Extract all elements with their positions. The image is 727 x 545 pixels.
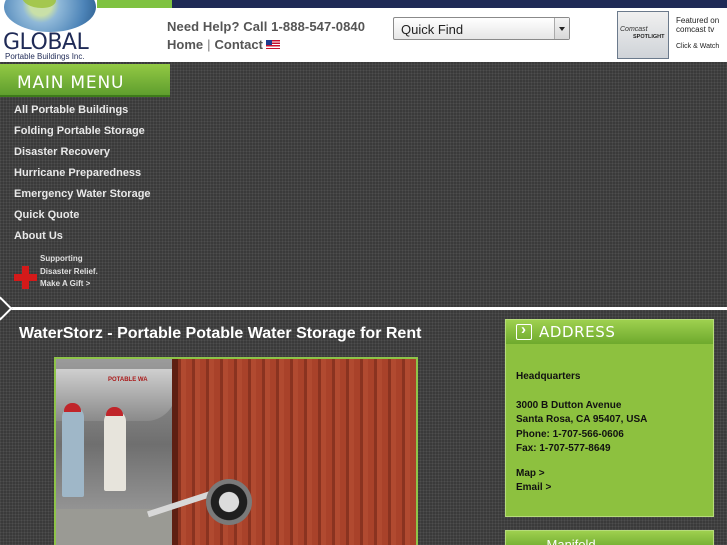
globe-land xyxy=(22,0,56,8)
address-header: ADDRESS xyxy=(506,320,713,344)
red-cap xyxy=(64,403,81,412)
comcast-spotlight-label: SPOTLIGHT xyxy=(633,34,665,40)
main-menu: All Portable Buildings Folding Portable … xyxy=(14,103,151,250)
header-links: Home | Contact xyxy=(167,37,280,52)
menu-item-all-portable-buildings[interactable]: All Portable Buildings xyxy=(14,103,151,124)
relief-line-1: Supporting xyxy=(40,254,83,263)
address-spacer xyxy=(516,384,647,398)
arrow-right-icon xyxy=(516,321,532,340)
main-menu-title: MAIN MENU xyxy=(17,73,125,93)
address-links: Map > Email > xyxy=(516,467,551,496)
address-line: Santa Rosa, CA 95407, USA xyxy=(516,414,648,426)
manifold-box-header[interactable]: ........ Manifold xyxy=(505,530,714,545)
address-line: 3000 B Dutton Avenue xyxy=(516,399,622,411)
top-accent-bar xyxy=(97,0,172,8)
comcast-brand: Comcast xyxy=(620,26,648,33)
quick-find-label: Quick Find xyxy=(401,22,464,37)
section-divider xyxy=(0,307,727,310)
address-fax: Fax: 1-707-577-8649 xyxy=(516,443,611,455)
help-phone: Need Help? Call 1-888-547-0840 xyxy=(167,19,366,34)
featured-line-2: comcast tv xyxy=(676,25,715,34)
valve-image xyxy=(206,479,252,525)
menu-item-hurricane-preparedness[interactable]: Hurricane Preparedness xyxy=(14,166,151,187)
page-title: WaterStorz - Portable Potable Water Stor… xyxy=(19,325,422,342)
quick-find-select[interactable]: Quick Find xyxy=(393,17,570,40)
us-flag-icon[interactable] xyxy=(265,40,280,49)
relief-text: Supporting Disaster Relief. Make A Gift … xyxy=(40,253,98,291)
address-heading: Headquarters xyxy=(516,371,581,382)
product-photo: POTABLE WA xyxy=(54,357,418,545)
email-link[interactable]: Email > xyxy=(516,481,551,495)
tank-label: POTABLE WA xyxy=(108,377,148,383)
worker-figure xyxy=(104,407,126,491)
red-cap xyxy=(106,407,123,416)
featured-on-comcast[interactable]: Featured on comcast tv Click & Watch xyxy=(676,16,727,51)
relief-line-2: Disaster Relief. xyxy=(40,266,98,276)
featured-line-1: Featured on xyxy=(676,16,720,25)
menu-item-folding-portable-storage[interactable]: Folding Portable Storage xyxy=(14,124,151,145)
top-navy-bar xyxy=(172,0,727,8)
red-cross-icon xyxy=(14,266,37,289)
click-watch-link[interactable]: Click & Watch xyxy=(676,42,727,51)
manifold-box-title: ........ Manifold xyxy=(514,537,596,545)
address-text: Headquarters 3000 B Dutton Avenue Santa … xyxy=(516,370,647,456)
logo-subtitle: Portable Buildings Inc. xyxy=(5,52,85,61)
comcast-spotlight-badge[interactable]: Comcast SPOTLIGHT xyxy=(617,11,669,59)
menu-item-emergency-water-storage[interactable]: Emergency Water Storage xyxy=(14,187,151,208)
menu-item-disaster-recovery[interactable]: Disaster Recovery xyxy=(14,145,151,166)
diamond-icon xyxy=(0,296,13,321)
home-link[interactable]: Home xyxy=(167,37,203,52)
map-link[interactable]: Map > xyxy=(516,467,551,481)
dropdown-arrow-icon[interactable] xyxy=(554,18,569,39)
site-header: GLOBAL Portable Buildings Inc. Need Help… xyxy=(0,0,727,62)
water-container-image xyxy=(172,359,416,545)
main-menu-header: MAIN MENU xyxy=(0,64,170,97)
address-box: ADDRESS Headquarters 3000 B Dutton Avenu… xyxy=(505,319,714,517)
menu-item-quick-quote[interactable]: Quick Quote xyxy=(14,208,151,229)
contact-link[interactable]: Contact xyxy=(215,37,263,52)
address-title: ADDRESS xyxy=(539,323,616,341)
container-edge xyxy=(172,359,178,545)
worker-figure xyxy=(62,403,84,497)
make-gift-link[interactable]: Make A Gift > xyxy=(40,279,90,288)
link-separator: | xyxy=(207,37,211,52)
menu-item-about-us[interactable]: About Us xyxy=(14,229,151,250)
site-logo[interactable]: GLOBAL Portable Buildings Inc. xyxy=(0,0,100,62)
address-phone: Phone: 1-707-566-0606 xyxy=(516,428,624,440)
globe-icon xyxy=(4,0,96,32)
